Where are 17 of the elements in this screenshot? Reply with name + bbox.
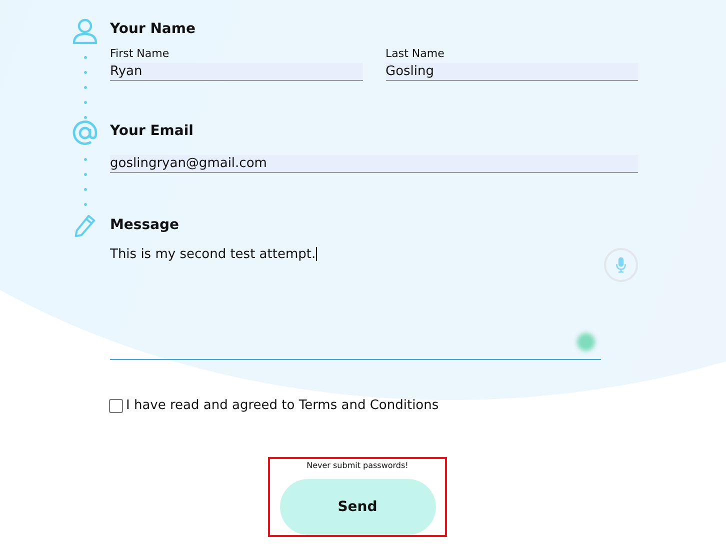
hint-text: Never submit passwords! (306, 461, 408, 471)
send-button[interactable]: Send (280, 479, 436, 535)
first-name-field[interactable]: Ryan (110, 63, 362, 81)
section-heading: Your Email (110, 122, 194, 141)
last-name-field[interactable]: Gosling (386, 63, 638, 81)
microphone-icon (615, 256, 627, 274)
section-heading: Your Name (110, 20, 196, 39)
person-icon (72, 18, 98, 44)
field-label: First Name (110, 47, 170, 61)
pencil-icon (74, 214, 96, 238)
email-field[interactable]: goslingryan@gmail.com (110, 155, 638, 173)
microphone-button[interactable] (604, 248, 638, 282)
section-heading: Message (110, 216, 180, 235)
field-label: Last Name (386, 47, 446, 61)
at-sign-icon (72, 120, 98, 146)
terms-checkbox[interactable]: I have read and agreed to Terms and Conditions (109, 398, 439, 413)
message-text: This is my second test attempt. (110, 247, 316, 262)
